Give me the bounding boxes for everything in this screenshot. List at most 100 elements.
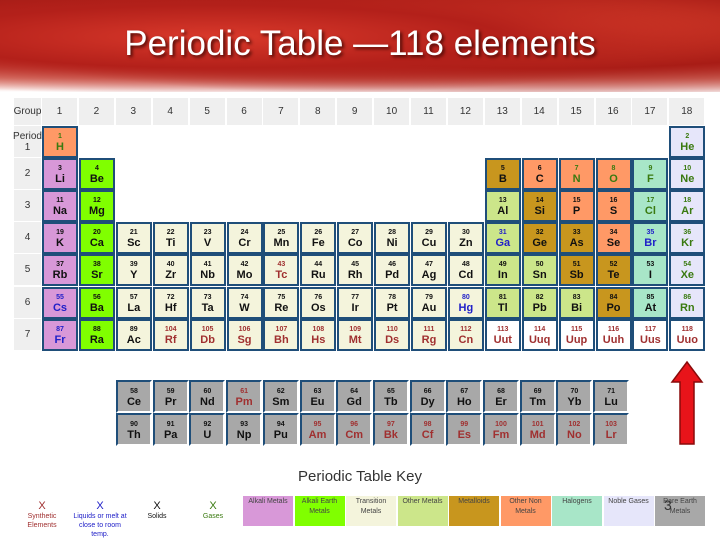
element-cell[interactable]: 42 Mo [226,254,263,287]
element-cell[interactable]: 11 Na [42,190,78,223]
element-cell[interactable]: 6C [521,158,558,191]
element-cell[interactable]: 68 Er [483,380,519,413]
element-cell[interactable]: 81 Tl [484,286,521,319]
element-cell[interactable]: 99 Es [446,413,483,446]
element-cell[interactable]: 21 Sc [115,222,152,255]
element-cell[interactable]: 3 Li [42,158,78,191]
element-cell[interactable]: 62 Sm [262,380,299,413]
element-cell[interactable]: 36 Kr [669,222,706,255]
element-cell[interactable]: 83 Bi [558,286,595,319]
element-cell[interactable]: 80 Hg [447,286,484,319]
element-cell[interactable]: 93 Np [226,413,263,446]
element-cell[interactable]: 40 Zr [152,254,189,287]
element-cell[interactable]: 57 La [115,286,152,319]
element-cell[interactable]: 103 Lr [593,413,630,446]
element-cell[interactable]: 8O [595,158,632,191]
element-cell[interactable]: 72 Hf [152,286,189,319]
element-cell[interactable]: 77 Ir [337,286,374,319]
element-cell[interactable]: 16 S [595,190,632,223]
element-cell[interactable]: 118 Uuo [669,318,706,351]
element-cell[interactable]: 47 Ag [411,254,447,287]
element-cell[interactable]: 89 Ac [115,318,152,351]
element-cell[interactable]: 30 Zn [447,222,484,255]
element-cell[interactable]: 37 Rb [42,254,78,287]
element-cell[interactable]: 91 Pa [152,413,189,446]
element-cell[interactable]: 69 Tm [519,380,556,413]
element-cell[interactable]: 4 Be [78,158,115,191]
element-cell[interactable]: 84 Po [595,286,632,319]
element-cell[interactable]: 65 Tb [372,380,409,413]
element-cell[interactable]: 51 Sb [558,254,595,287]
element-cell[interactable]: 108 Hs [300,318,337,351]
element-cell[interactable]: 113 Uut [484,318,521,351]
element-cell[interactable]: 73 Ta [189,286,226,319]
element-cell[interactable]: 27 Co [337,222,374,255]
element-cell[interactable]: 82 Pb [521,286,558,319]
element-cell[interactable]: 17 Cl [632,190,669,223]
element-cell[interactable]: 101 Md [519,413,556,446]
element-cell[interactable]: 28 Ni [374,222,411,255]
element-cell[interactable]: 96 Cm [336,413,373,446]
element-cell[interactable]: 55 Cs [42,286,78,319]
element-cell[interactable]: 41 Nb [189,254,226,287]
element-cell[interactable]: 87 Fr [42,318,78,351]
element-cell[interactable]: 14 Si [521,190,558,223]
element-cell[interactable]: 34 Se [595,222,632,255]
element-cell[interactable]: 20 Ca [78,222,115,255]
element-cell[interactable]: 75 Re [263,286,300,319]
element-cell[interactable]: 9F [632,158,669,191]
element-cell[interactable]: 7N [558,158,595,191]
element-cell[interactable]: 43 Tc [263,254,300,287]
element-cell[interactable]: 70 Yb [556,380,593,413]
element-cell[interactable]: 13 Al [484,190,521,223]
element-cell[interactable]: 94 Pu [262,413,299,446]
element-cell[interactable]: 54 Xe [669,254,706,287]
element-cell[interactable]: 56 Ba [78,286,115,319]
element-cell[interactable]: 49 In [484,254,521,287]
element-cell[interactable]: 45 Rh [337,254,374,287]
element-cell[interactable]: 74 W [226,286,263,319]
element-cell[interactable]: 12 Mg [78,190,115,223]
element-cell[interactable]: 110 Ds [374,318,411,351]
element-cell[interactable]: 117 Uus [632,318,669,351]
element-cell[interactable]: 67 Ho [446,380,483,413]
element-cell[interactable]: 44 Ru [300,254,337,287]
element-cell[interactable]: 25 Mn [263,222,300,255]
element-cell[interactable]: 22 Ti [152,222,189,255]
element-cell[interactable]: 58 Ce [116,380,152,413]
element-cell[interactable]: 39 Y [115,254,152,287]
element-cell[interactable]: 38 Sr [78,254,115,287]
element-cell[interactable]: 107 Bh [263,318,300,351]
element-cell[interactable]: 2 He [669,126,706,158]
element-cell[interactable]: 98 Cf [409,413,446,446]
element-cell[interactable]: 71 Lu [593,380,630,413]
element-cell[interactable]: 50 Sn [521,254,558,287]
element-cell[interactable]: 105 Db [189,318,226,351]
element-cell[interactable]: 106 Sg [226,318,263,351]
element-cell[interactable]: 35 Br [632,222,669,255]
element-cell[interactable]: 10 Ne [669,158,706,191]
element-cell[interactable]: 46 Pd [374,254,411,287]
element-cell[interactable]: 109 Mt [337,318,374,351]
element-cell[interactable]: 114 Uuq [521,318,558,351]
element-cell[interactable]: 85 At [632,286,669,319]
element-cell[interactable]: 66 Dy [409,380,446,413]
element-cell[interactable]: 59 Pr [152,380,189,413]
element-cell[interactable]: 19 K [42,222,78,255]
element-cell[interactable]: 111 Rg [411,318,447,351]
element-cell[interactable]: 61 Pm [226,380,263,413]
element-cell[interactable]: 24 Cr [226,222,263,255]
element-cell[interactable]: 76 Os [300,286,337,319]
element-cell[interactable]: 48 Cd [447,254,484,287]
element-cell[interactable]: 95 Am [299,413,336,446]
element-cell[interactable]: 52 Te [595,254,632,287]
element-cell[interactable]: 112 Cn [447,318,484,351]
element-cell[interactable]: 63 Eu [299,380,336,413]
element-cell[interactable]: 31 Ga [484,222,521,255]
element-cell[interactable]: 116 Uuh [595,318,632,351]
element-cell[interactable]: 60 Nd [189,380,226,413]
element-cell[interactable]: 78 Pt [374,286,411,319]
element-cell[interactable]: 115 Uup [558,318,595,351]
element-cell[interactable]: 86 Rn [669,286,706,319]
element-cell[interactable]: 18 Ar [669,190,706,223]
